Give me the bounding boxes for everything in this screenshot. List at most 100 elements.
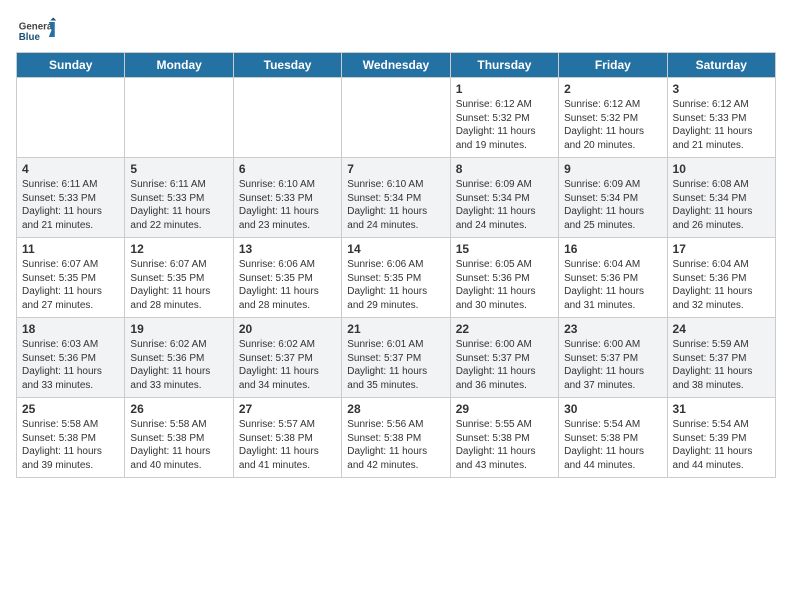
day-info: Sunrise: 6:05 AM Sunset: 5:36 PM Dayligh… xyxy=(456,258,553,312)
calendar-cell xyxy=(233,78,341,158)
day-info: Sunrise: 5:55 AM Sunset: 5:38 PM Dayligh… xyxy=(456,418,553,472)
calendar-cell: 10 Sunrise: 6:08 AM Sunset: 5:34 PM Dayli… xyxy=(667,158,775,238)
day-number: 22 xyxy=(456,322,553,336)
day-info: Sunrise: 6:09 AM Sunset: 5:34 PM Dayligh… xyxy=(456,178,553,232)
day-number: 24 xyxy=(673,322,770,336)
day-number: 1 xyxy=(456,82,553,96)
day-info: Sunrise: 6:10 AM Sunset: 5:33 PM Dayligh… xyxy=(239,178,336,232)
day-info: Sunrise: 6:04 AM Sunset: 5:36 PM Dayligh… xyxy=(564,258,661,312)
calendar-cell: 13 Sunrise: 6:06 AM Sunset: 5:35 PM Dayli… xyxy=(233,238,341,318)
day-number: 19 xyxy=(130,322,227,336)
day-info: Sunrise: 6:11 AM Sunset: 5:33 PM Dayligh… xyxy=(130,178,227,232)
day-number: 3 xyxy=(673,82,770,96)
calendar-cell: 3 Sunrise: 6:12 AM Sunset: 5:33 PM Daylig… xyxy=(667,78,775,158)
calendar-cell xyxy=(125,78,233,158)
calendar-cell: 14 Sunrise: 6:06 AM Sunset: 5:35 PM Dayli… xyxy=(342,238,450,318)
day-info: Sunrise: 6:06 AM Sunset: 5:35 PM Dayligh… xyxy=(347,258,444,312)
day-number: 9 xyxy=(564,162,661,176)
day-number: 8 xyxy=(456,162,553,176)
day-number: 4 xyxy=(22,162,119,176)
day-info: Sunrise: 6:08 AM Sunset: 5:34 PM Dayligh… xyxy=(673,178,770,232)
day-number: 31 xyxy=(673,402,770,416)
day-info: Sunrise: 5:54 AM Sunset: 5:38 PM Dayligh… xyxy=(564,418,661,472)
calendar-cell: 22 Sunrise: 6:00 AM Sunset: 5:37 PM Dayli… xyxy=(450,318,558,398)
day-number: 18 xyxy=(22,322,119,336)
day-number: 7 xyxy=(347,162,444,176)
day-info: Sunrise: 5:56 AM Sunset: 5:38 PM Dayligh… xyxy=(347,418,444,472)
calendar-cell: 23Sunrise: 6:00 AM Sunset: 5:37 PM Dayli… xyxy=(559,318,667,398)
week-row-0: 1 Sunrise: 6:12 AM Sunset: 5:32 PM Daylig… xyxy=(17,78,776,158)
day-number: 16 xyxy=(564,242,661,256)
day-number: 15 xyxy=(456,242,553,256)
day-info: Sunrise: 6:09 AM Sunset: 5:34 PM Dayligh… xyxy=(564,178,661,232)
weekday-header-wednesday: Wednesday xyxy=(342,53,450,78)
calendar-cell: 30 Sunrise: 5:54 AM Sunset: 5:38 PM Dayli… xyxy=(559,398,667,478)
calendar-cell xyxy=(17,78,125,158)
day-number: 21 xyxy=(347,322,444,336)
calendar-cell: 21 Sunrise: 6:01 AM Sunset: 5:37 PM Dayli… xyxy=(342,318,450,398)
day-number: 11 xyxy=(22,242,119,256)
day-info: Sunrise: 6:00 AM Sunset: 5:37 PM Dayligh… xyxy=(456,338,553,392)
calendar-table: SundayMondayTuesdayWednesdayThursdayFrid… xyxy=(16,52,776,478)
day-number: 20 xyxy=(239,322,336,336)
calendar-cell: 20 Sunrise: 6:02 AM Sunset: 5:37 PM Dayli… xyxy=(233,318,341,398)
weekday-header-row: SundayMondayTuesdayWednesdayThursdayFrid… xyxy=(17,53,776,78)
day-info: Sunrise: 5:58 AM Sunset: 5:38 PM Dayligh… xyxy=(130,418,227,472)
calendar-cell: 9 Sunrise: 6:09 AM Sunset: 5:34 PM Daylig… xyxy=(559,158,667,238)
calendar-cell: 7 Sunrise: 6:10 AM Sunset: 5:34 PM Daylig… xyxy=(342,158,450,238)
day-number: 10 xyxy=(673,162,770,176)
calendar-cell: 26Sunrise: 5:58 AM Sunset: 5:38 PM Dayli… xyxy=(125,398,233,478)
calendar-cell: 1 Sunrise: 6:12 AM Sunset: 5:32 PM Daylig… xyxy=(450,78,558,158)
calendar-cell: 15 Sunrise: 6:05 AM Sunset: 5:36 PM Dayli… xyxy=(450,238,558,318)
calendar-cell: 18Sunrise: 6:03 AM Sunset: 5:36 PM Dayli… xyxy=(17,318,125,398)
day-info: Sunrise: 6:02 AM Sunset: 5:37 PM Dayligh… xyxy=(239,338,336,392)
day-info: Sunrise: 6:02 AM Sunset: 5:36 PM Dayligh… xyxy=(130,338,227,392)
calendar-cell: 11 Sunrise: 6:07 AM Sunset: 5:35 PM Dayli… xyxy=(17,238,125,318)
day-info: Sunrise: 6:06 AM Sunset: 5:35 PM Dayligh… xyxy=(239,258,336,312)
week-row-2: 11 Sunrise: 6:07 AM Sunset: 5:35 PM Dayli… xyxy=(17,238,776,318)
day-info: Sunrise: 6:12 AM Sunset: 5:32 PM Dayligh… xyxy=(564,98,661,152)
calendar-cell: 28 Sunrise: 5:56 AM Sunset: 5:38 PM Dayli… xyxy=(342,398,450,478)
weekday-header-friday: Friday xyxy=(559,53,667,78)
page-header: General Blue xyxy=(16,16,776,46)
logo-icon: General Blue xyxy=(16,16,56,46)
day-info: Sunrise: 6:12 AM Sunset: 5:32 PM Dayligh… xyxy=(456,98,553,152)
day-number: 28 xyxy=(347,402,444,416)
calendar-cell xyxy=(342,78,450,158)
calendar-cell: 8 Sunrise: 6:09 AM Sunset: 5:34 PM Daylig… xyxy=(450,158,558,238)
weekday-header-saturday: Saturday xyxy=(667,53,775,78)
day-info: Sunrise: 5:58 AM Sunset: 5:38 PM Dayligh… xyxy=(22,418,119,472)
calendar-cell: 29 Sunrise: 5:55 AM Sunset: 5:38 PM Dayli… xyxy=(450,398,558,478)
calendar-cell: 5 Sunrise: 6:11 AM Sunset: 5:33 PM Daylig… xyxy=(125,158,233,238)
calendar-cell: 25 Sunrise: 5:58 AM Sunset: 5:38 PM Dayli… xyxy=(17,398,125,478)
calendar-cell: 17Sunrise: 6:04 AM Sunset: 5:36 PM Dayli… xyxy=(667,238,775,318)
day-number: 5 xyxy=(130,162,227,176)
day-number: 23 xyxy=(564,322,661,336)
calendar-cell: 24 Sunrise: 5:59 AM Sunset: 5:37 PM Dayli… xyxy=(667,318,775,398)
day-number: 2 xyxy=(564,82,661,96)
week-row-4: 25 Sunrise: 5:58 AM Sunset: 5:38 PM Dayli… xyxy=(17,398,776,478)
day-number: 30 xyxy=(564,402,661,416)
svg-text:Blue: Blue xyxy=(19,32,41,43)
day-number: 6 xyxy=(239,162,336,176)
day-info: Sunrise: 6:12 AM Sunset: 5:33 PM Dayligh… xyxy=(673,98,770,152)
logo: General Blue xyxy=(16,16,56,46)
week-row-1: 4 Sunrise: 6:11 AM Sunset: 5:33 PM Daylig… xyxy=(17,158,776,238)
day-info: Sunrise: 6:10 AM Sunset: 5:34 PM Dayligh… xyxy=(347,178,444,232)
day-number: 29 xyxy=(456,402,553,416)
day-number: 27 xyxy=(239,402,336,416)
weekday-header-tuesday: Tuesday xyxy=(233,53,341,78)
day-number: 14 xyxy=(347,242,444,256)
calendar-cell: 2 Sunrise: 6:12 AM Sunset: 5:32 PM Daylig… xyxy=(559,78,667,158)
day-info: Sunrise: 5:59 AM Sunset: 5:37 PM Dayligh… xyxy=(673,338,770,392)
weekday-header-monday: Monday xyxy=(125,53,233,78)
day-info: Sunrise: 6:04 AM Sunset: 5:36 PM Dayligh… xyxy=(673,258,770,312)
day-info: Sunrise: 6:01 AM Sunset: 5:37 PM Dayligh… xyxy=(347,338,444,392)
day-number: 13 xyxy=(239,242,336,256)
weekday-header-sunday: Sunday xyxy=(17,53,125,78)
week-row-3: 18Sunrise: 6:03 AM Sunset: 5:36 PM Dayli… xyxy=(17,318,776,398)
day-info: Sunrise: 6:11 AM Sunset: 5:33 PM Dayligh… xyxy=(22,178,119,232)
calendar-cell: 4 Sunrise: 6:11 AM Sunset: 5:33 PM Daylig… xyxy=(17,158,125,238)
day-number: 25 xyxy=(22,402,119,416)
day-info: Sunrise: 6:07 AM Sunset: 5:35 PM Dayligh… xyxy=(22,258,119,312)
